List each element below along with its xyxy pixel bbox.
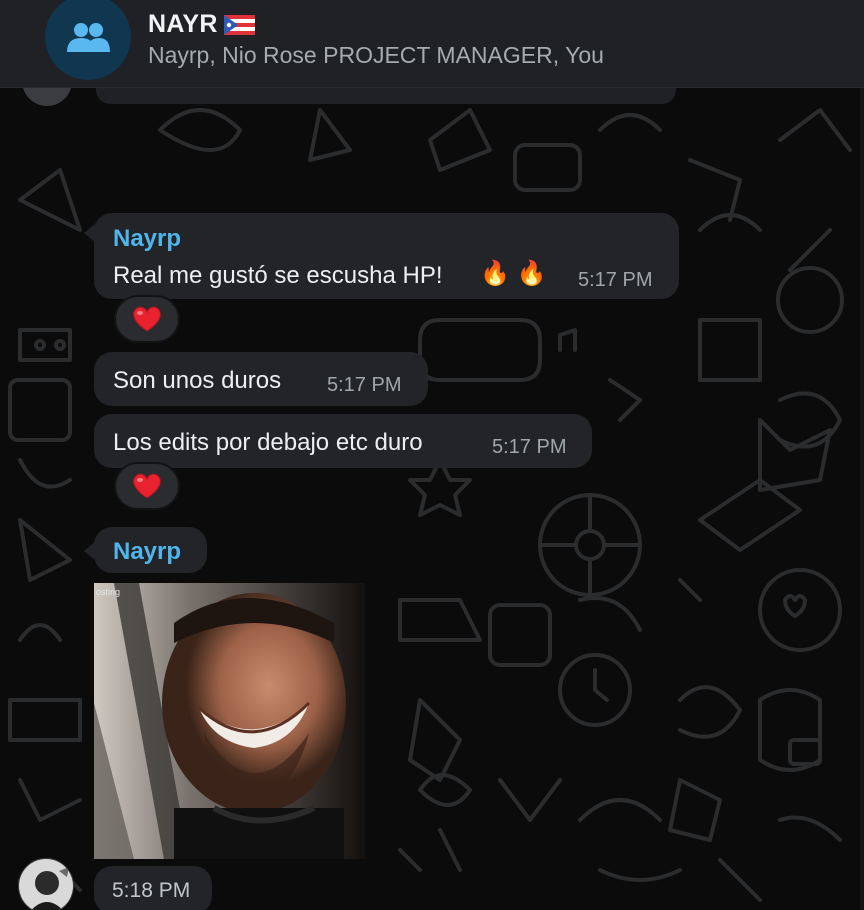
puerto-rico-flag-icon	[223, 14, 255, 35]
media-caption: osting	[96, 587, 121, 597]
group-icon	[67, 23, 110, 52]
chat-header[interactable]: NAYR Nayrp, Nio Rose PROJECT MANAGER, Yo…	[0, 0, 864, 88]
message-sender[interactable]: Nayrp	[113, 225, 181, 253]
previous-message-bubble	[96, 88, 676, 104]
heart-icon	[133, 306, 161, 332]
heart-icon	[133, 473, 161, 499]
message-text: Los edits por debajo etc duro	[113, 429, 423, 456]
group-title: NAYR	[148, 10, 255, 39]
photo-content	[94, 583, 365, 859]
fire-emoji: 🔥 🔥	[480, 260, 547, 287]
group-avatar[interactable]	[45, 0, 131, 80]
reaction-badge[interactable]	[114, 462, 180, 510]
avatar-image	[19, 859, 73, 910]
sender-avatar[interactable]	[18, 858, 74, 910]
reaction-badge[interactable]	[114, 295, 180, 343]
message-bubble[interactable]: Nayrp Real me gustó se escusha HP! 🔥 🔥 5…	[84, 213, 679, 299]
chat-scrollbar[interactable]	[860, 88, 864, 910]
message-time: 5:17 PM	[327, 374, 402, 396]
message-bubble[interactable]: Son unos duros 5:17 PM	[94, 352, 428, 406]
message-time: 5:17 PM	[492, 436, 567, 458]
message-sender[interactable]: Nayrp	[113, 538, 181, 566]
message-bubble[interactable]: Los edits por debajo etc duro 5:17 PM	[94, 414, 592, 468]
chat-window: NAYR Nayrp, Nio Rose PROJECT MANAGER, Yo…	[0, 0, 864, 910]
group-name: NAYR	[148, 10, 218, 38]
message-text: Real me gustó se escusha HP!	[113, 262, 443, 289]
message-text: Son unos duros	[113, 367, 282, 394]
media-time-bubble: 5:18 PM	[94, 866, 212, 910]
message-time: 5:17 PM	[578, 269, 653, 291]
media-image[interactable]: osting	[94, 583, 365, 859]
media-sender-bubble[interactable]: Nayrp	[84, 527, 207, 573]
message-time: 5:18 PM	[112, 879, 191, 902]
group-participants: Nayrp, Nio Rose PROJECT MANAGER, You	[148, 42, 604, 68]
